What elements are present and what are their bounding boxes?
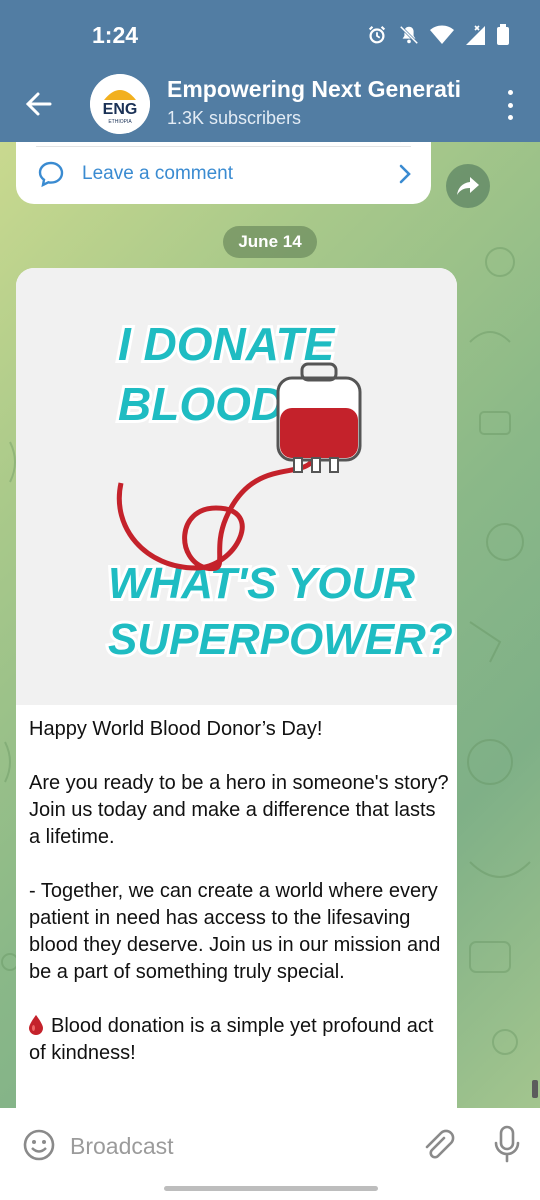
divider — [36, 146, 411, 147]
date-separator: June 14 — [223, 226, 317, 258]
subscriber-count: 1.3K subscribers — [167, 108, 302, 128]
broadcast-input[interactable] — [70, 1126, 390, 1166]
post-paragraph-4: Blood donation is a simple yet profound … — [29, 1013, 449, 1067]
post-text: Happy World Blood Donor’s Day! Are you r… — [29, 716, 449, 1094]
mic-button[interactable] — [492, 1124, 522, 1164]
image-text-line1: I DONATE — [118, 318, 336, 370]
attach-button[interactable] — [420, 1128, 456, 1164]
share-icon — [457, 177, 479, 195]
image-text-line2: BLOOD. — [118, 378, 297, 430]
post-paragraph-3: - Together, we can create a world where … — [29, 880, 446, 983]
svg-text:ENG: ENG — [103, 101, 138, 118]
post-image[interactable]: I DONATE BLOOD. WHAT'S YOUR SUPERPOWER? — [16, 268, 457, 705]
share-button[interactable] — [446, 164, 490, 208]
blood-drop-icon — [29, 1015, 43, 1035]
emoji-button[interactable] — [22, 1128, 56, 1162]
gesture-nav-handle[interactable] — [164, 1186, 378, 1191]
channel-header[interactable]: ENG ETHIOPIA Empowering Next Generati 1.… — [0, 66, 540, 142]
chat-area[interactable]: ◔ Leave a comment June 14 I DONATE BLOOD… — [0, 142, 540, 1108]
channel-title[interactable]: Empowering Next Generati — [167, 76, 485, 103]
comment-icon — [36, 159, 66, 189]
back-button[interactable] — [18, 84, 58, 124]
post-paragraph-2: Are you ready to be a hero in someone's … — [29, 772, 455, 848]
mic-icon — [494, 1125, 520, 1163]
more-vert-icon[interactable] — [500, 90, 520, 120]
emoji-icon — [23, 1129, 55, 1161]
signal-icon — [466, 25, 485, 45]
channel-avatar[interactable]: ENG ETHIOPIA — [90, 74, 150, 134]
attach-icon — [425, 1129, 455, 1159]
eng-logo: ENG ETHIOPIA — [90, 74, 150, 134]
leave-comment-label: Leave a comment — [82, 163, 234, 184]
leave-comment-button[interactable]: Leave a comment — [36, 154, 417, 194]
chevron-right-icon — [393, 163, 417, 185]
previous-post-bubble: ◔ Leave a comment — [16, 142, 431, 204]
blood-bag — [276, 362, 362, 473]
back-arrow-icon — [25, 92, 52, 116]
post-paragraph-1: Happy World Blood Donor’s Day! — [29, 718, 323, 740]
svg-text:ETHIOPIA: ETHIOPIA — [108, 119, 132, 125]
channel-post[interactable]: I DONATE BLOOD. WHAT'S YOUR SUPERPOWER? — [16, 268, 457, 1108]
notifications-off-icon — [399, 25, 419, 45]
alarm-icon — [368, 25, 386, 44]
scrollbar-thumb[interactable] — [532, 1080, 538, 1098]
image-text-line4: SUPERPOWER? — [108, 615, 453, 664]
status-bar: 1:24 — [0, 0, 540, 66]
wifi-icon — [430, 25, 454, 44]
image-text-line3: WHAT'S YOUR — [108, 559, 415, 608]
post-last-paragraph: Blood donation is a simple yet profound … — [29, 1015, 440, 1064]
battery-icon — [497, 24, 509, 45]
status-icons — [366, 24, 510, 46]
status-time: 1:24 — [92, 22, 139, 48]
